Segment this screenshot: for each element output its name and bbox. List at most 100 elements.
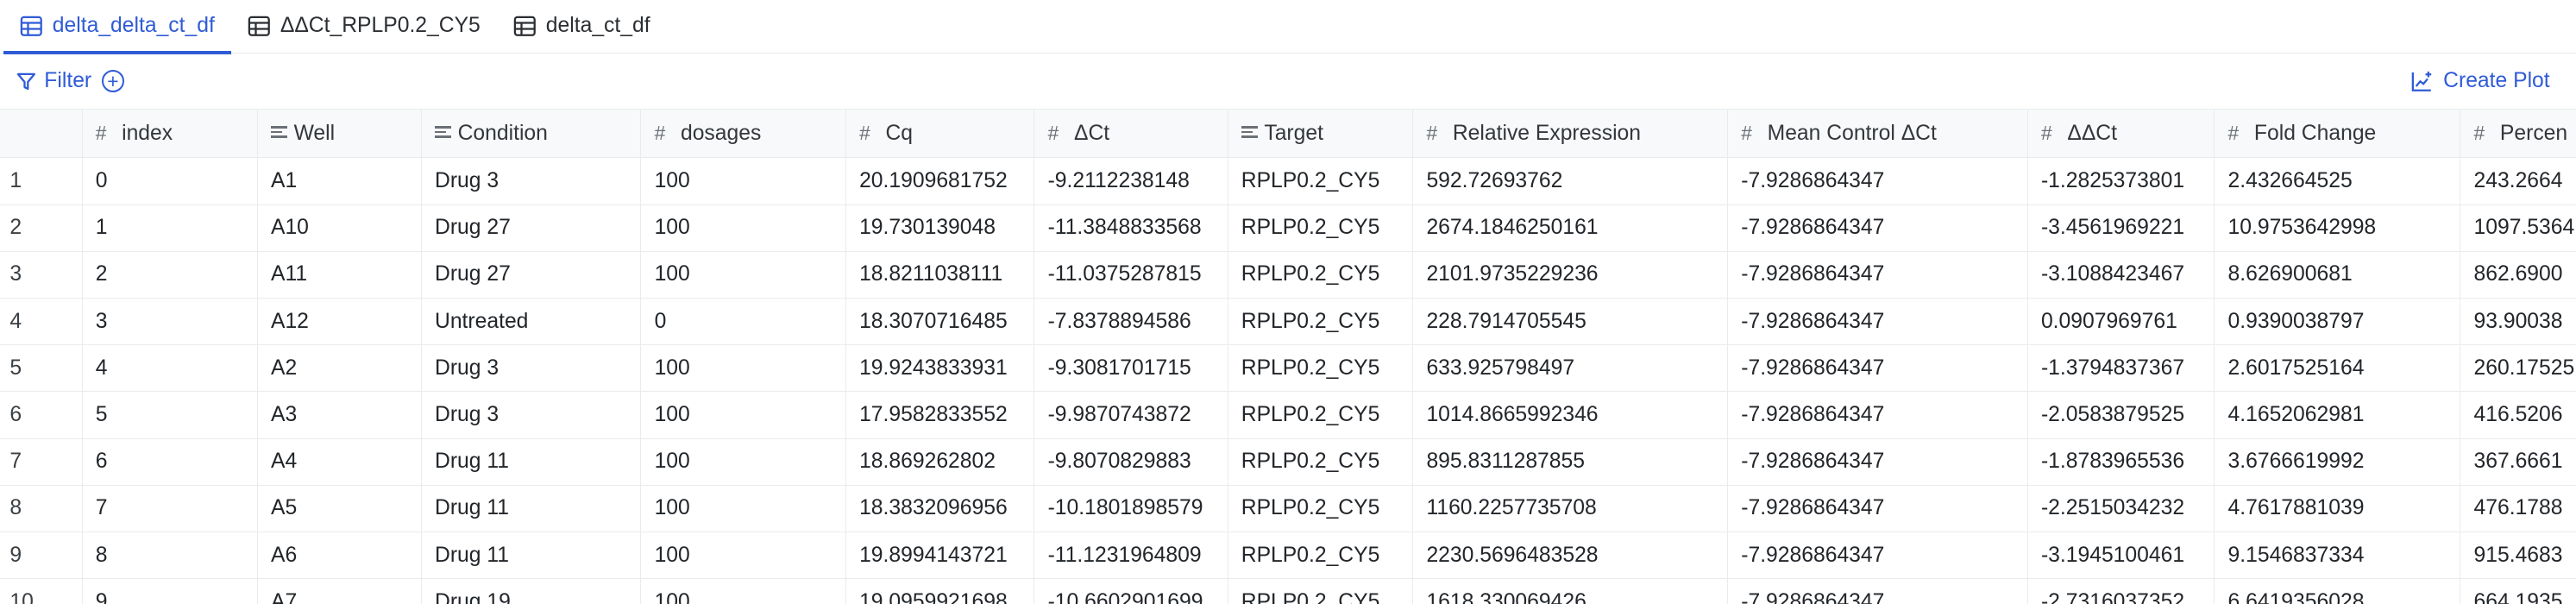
table-cell[interactable]: 2 — [82, 251, 258, 299]
row-number-cell[interactable]: 9 — [0, 532, 83, 580]
table-cell[interactable]: 100 — [640, 157, 846, 205]
column-header[interactable]: # Relative Expression — [1412, 109, 1729, 159]
table-cell[interactable]: 100 — [640, 438, 846, 486]
table-cell[interactable]: -3.1945100461 — [2027, 532, 2215, 580]
table-cell[interactable]: 17.9582833552 — [845, 391, 1035, 439]
table-cell[interactable]: -7.9286864347 — [1727, 251, 2028, 299]
table-cell[interactable]: 4.7617881039 — [2214, 485, 2461, 532]
table-row[interactable]: 7 6 A4 Drug 11 100 18.869262802 -9.8070829883 R… — [0, 438, 2576, 486]
table-cell[interactable]: 633.925798497 — [1412, 344, 1729, 393]
table-cell[interactable]: RPLP0.2_CY5 — [1228, 532, 1414, 580]
table-cell[interactable]: -7.9286864347 — [1727, 391, 2028, 439]
table-cell[interactable]: Untreated — [421, 298, 642, 346]
table-cell[interactable]: -10.6602901699 — [1034, 578, 1228, 604]
table-cell[interactable]: RPLP0.2_CY5 — [1228, 344, 1414, 393]
table-cell[interactable]: -1.3794837367 — [2027, 344, 2215, 393]
table-row[interactable]: 3 2 A11 Drug 27 100 18.8211038111 -11.03752878… — [0, 251, 2576, 299]
table-cell[interactable]: -9.9870743872 — [1034, 391, 1228, 439]
table-row[interactable]: 6 5 A3 Drug 3 100 17.9582833552 -9.9870743872 R… — [0, 391, 2576, 439]
column-header[interactable]: # ΔCt — [1034, 109, 1228, 159]
table-cell[interactable]: -7.9286864347 — [1727, 578, 2028, 604]
table-cell[interactable]: -11.3848833568 — [1034, 204, 1228, 252]
table-cell[interactable]: 1618.330069426 — [1412, 578, 1729, 604]
table-cell[interactable]: 3 — [82, 298, 258, 346]
table-cell[interactable]: 100 — [640, 344, 846, 393]
table-cell[interactable]: -7.9286864347 — [1727, 438, 2028, 486]
table-cell[interactable]: 416.5206 — [2460, 391, 2576, 439]
table-cell[interactable]: Drug 19 — [421, 578, 642, 604]
table-cell[interactable]: 476.1788 — [2460, 485, 2576, 532]
table-cell[interactable]: 2.432664525 — [2214, 157, 2461, 205]
table-cell[interactable]: A10 — [257, 204, 422, 252]
row-number-cell[interactable]: 2 — [0, 204, 83, 252]
table-row[interactable]: 4 3 A12 Untreated 0 18.3070716485 -7.837889458… — [0, 298, 2576, 346]
table-cell[interactable]: RPLP0.2_CY5 — [1228, 578, 1414, 604]
row-number-cell[interactable]: 4 — [0, 298, 83, 346]
table-cell[interactable]: 19.730139048 — [845, 204, 1035, 252]
table-cell[interactable]: 3.6766619992 — [2214, 438, 2461, 486]
table-row[interactable]: 10 9 A7 Drug 19 100 19.0959921698 -10.66029016… — [0, 578, 2576, 604]
table-cell[interactable]: 6 — [82, 438, 258, 486]
table-cell[interactable]: -1.2825373801 — [2027, 157, 2215, 205]
table-cell[interactable]: A11 — [257, 251, 422, 299]
table-cell[interactable]: 18.3070716485 — [845, 298, 1035, 346]
table-cell[interactable]: -11.1231964809 — [1034, 532, 1228, 580]
table-cell[interactable]: 0 — [82, 157, 258, 205]
tab-ddct-rplp0[interactable]: ΔΔCt_RPLP0.2_CY5 — [231, 0, 497, 53]
table-cell[interactable]: -9.2112238148 — [1034, 157, 1228, 205]
table-cell[interactable]: Drug 3 — [421, 391, 642, 439]
column-header[interactable]: # Fold Change — [2214, 109, 2461, 159]
table-cell[interactable]: A7 — [257, 578, 422, 604]
table-cell[interactable]: 20.1909681752 — [845, 157, 1035, 205]
table-cell[interactable]: -7.9286864347 — [1727, 298, 2028, 346]
column-header[interactable]: Condition — [421, 109, 642, 159]
table-cell[interactable]: 4 — [82, 344, 258, 393]
table-cell[interactable]: Drug 27 — [421, 251, 642, 299]
table-cell[interactable]: 18.869262802 — [845, 438, 1035, 486]
table-cell[interactable]: 10.9753642998 — [2214, 204, 2461, 252]
table-cell[interactable]: 1 — [82, 204, 258, 252]
row-number-cell[interactable]: 6 — [0, 391, 83, 439]
table-cell[interactable]: 6.6419356028 — [2214, 578, 2461, 604]
table-cell[interactable]: -3.1088423467 — [2027, 251, 2215, 299]
row-number-cell[interactable]: 3 — [0, 251, 83, 299]
table-cell[interactable]: -7.8378894586 — [1034, 298, 1228, 346]
table-cell[interactable]: -1.8783965536 — [2027, 438, 2215, 486]
table-row[interactable]: 9 8 A6 Drug 11 100 19.8994143721 -11.123196480… — [0, 532, 2576, 580]
table-cell[interactable]: Drug 11 — [421, 532, 642, 580]
table-cell[interactable]: A3 — [257, 391, 422, 439]
table-cell[interactable]: 100 — [640, 391, 846, 439]
table-cell[interactable]: RPLP0.2_CY5 — [1228, 204, 1414, 252]
table-cell[interactable]: 100 — [640, 532, 846, 580]
table-cell[interactable]: RPLP0.2_CY5 — [1228, 485, 1414, 532]
row-number-cell[interactable]: 8 — [0, 485, 83, 532]
column-header[interactable]: # ΔΔCt — [2027, 109, 2215, 159]
table-cell[interactable]: 0.9390038797 — [2214, 298, 2461, 346]
table-cell[interactable]: 18.8211038111 — [845, 251, 1035, 299]
filter-button[interactable]: Filter — [16, 69, 91, 93]
table-cell[interactable]: 592.72693762 — [1412, 157, 1729, 205]
table-cell[interactable]: 9.1546837334 — [2214, 532, 2461, 580]
table-cell[interactable]: A12 — [257, 298, 422, 346]
row-number-cell[interactable]: 5 — [0, 344, 83, 393]
table-cell[interactable]: 664.1935 — [2460, 578, 2576, 604]
table-cell[interactable]: -7.9286864347 — [1727, 485, 2028, 532]
row-number-cell[interactable]: 1 — [0, 157, 83, 205]
table-cell[interactable]: 100 — [640, 578, 846, 604]
table-cell[interactable]: 260.17525 — [2460, 344, 2576, 393]
add-filter-icon[interactable]: + — [101, 69, 125, 93]
table-cell[interactable]: 1097.5364 — [2460, 204, 2576, 252]
table-cell[interactable]: -3.4561969221 — [2027, 204, 2215, 252]
table-cell[interactable]: 18.3832096956 — [845, 485, 1035, 532]
table-cell[interactable]: A1 — [257, 157, 422, 205]
table-cell[interactable]: 2674.1846250161 — [1412, 204, 1729, 252]
table-cell[interactable]: -7.9286864347 — [1727, 157, 2028, 205]
column-header[interactable]: Target — [1228, 109, 1414, 159]
table-cell[interactable]: Drug 11 — [421, 485, 642, 532]
table-cell[interactable]: -9.3081701715 — [1034, 344, 1228, 393]
table-cell[interactable]: -2.2515034232 — [2027, 485, 2215, 532]
table-cell[interactable]: 1014.8665992346 — [1412, 391, 1729, 439]
table-cell[interactable]: 862.6900 — [2460, 251, 2576, 299]
table-cell[interactable]: 9 — [82, 578, 258, 604]
table-row[interactable]: 2 1 A10 Drug 27 100 19.730139048 -11.384883356… — [0, 204, 2576, 252]
